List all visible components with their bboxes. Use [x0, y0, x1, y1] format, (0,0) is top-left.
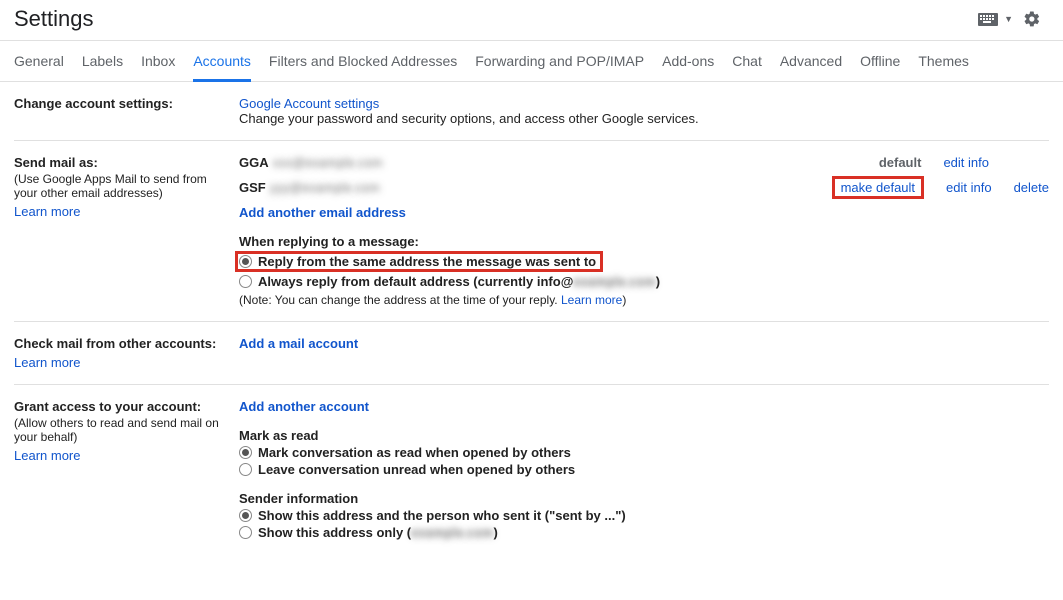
add-mail-account-link[interactable]: Add a mail account: [239, 336, 358, 351]
tab-addons[interactable]: Add-ons: [662, 45, 714, 81]
page-title: Settings: [14, 6, 94, 32]
leave-unread-label: Leave conversation unread when opened by…: [258, 462, 575, 477]
reply-option-highlight: Reply from the same address the message …: [235, 251, 603, 272]
keyboard-icon[interactable]: [978, 13, 998, 26]
alias-email-blurred: xxx@example.com: [273, 155, 383, 170]
mark-read-label: Mark conversation as read when opened by…: [258, 445, 571, 460]
tab-filters[interactable]: Filters and Blocked Addresses: [269, 45, 457, 81]
grant-access-sub: (Allow others to read and send mail on y…: [14, 416, 229, 444]
google-account-settings-link[interactable]: Google Account settings: [239, 96, 379, 111]
tab-inbox[interactable]: Inbox: [141, 45, 175, 81]
gear-icon[interactable]: [1023, 10, 1041, 28]
tab-labels[interactable]: Labels: [82, 45, 123, 81]
send-mail-row-1: GSF yyy@example.com make default edit in…: [239, 176, 1049, 199]
delete-link[interactable]: delete: [1014, 180, 1049, 195]
make-default-link[interactable]: make default: [841, 180, 915, 195]
dropdown-arrow-icon[interactable]: ▼: [1004, 14, 1013, 24]
reply-note: (Note: You can change the address at the…: [239, 293, 1049, 307]
leave-unread-radio[interactable]: [239, 463, 252, 476]
sender-info-heading: Sender information: [239, 491, 1049, 506]
grant-access-learn-more-link[interactable]: Learn more: [14, 448, 80, 463]
reply-same-address-label: Reply from the same address the message …: [258, 254, 596, 269]
show-address-and-sender-label: Show this address and the person who sen…: [258, 508, 626, 523]
section-change-account: Change account settings: Google Account …: [14, 82, 1049, 141]
reply-heading: When replying to a message:: [239, 234, 1049, 249]
make-default-highlight: make default: [832, 176, 924, 199]
tab-accounts[interactable]: Accounts: [193, 45, 251, 82]
mark-as-read-heading: Mark as read: [239, 428, 1049, 443]
check-mail-learn-more-link[interactable]: Learn more: [14, 355, 80, 370]
send-mail-row-0: GGA xxx@example.com default edit info: [239, 155, 1049, 170]
check-mail-label: Check mail from other accounts:: [14, 336, 229, 351]
alias-name: GSF: [239, 180, 266, 195]
show-address-and-sender-radio[interactable]: [239, 509, 252, 522]
tab-chat[interactable]: Chat: [732, 45, 762, 81]
add-another-account-link[interactable]: Add another account: [239, 399, 369, 414]
tab-offline[interactable]: Offline: [860, 45, 900, 81]
tab-themes[interactable]: Themes: [918, 45, 969, 81]
tab-general[interactable]: General: [14, 45, 64, 81]
section-grant-access: Grant access to your account: (Allow oth…: [14, 385, 1049, 556]
add-another-email-link[interactable]: Add another email address: [239, 205, 406, 220]
default-label: default: [879, 155, 922, 170]
alias-email-blurred: yyy@example.com: [270, 180, 380, 195]
reply-default-radio[interactable]: [239, 275, 252, 288]
grant-access-label: Grant access to your account:: [14, 399, 229, 414]
tab-advanced[interactable]: Advanced: [780, 45, 842, 81]
change-account-label: Change account settings:: [14, 96, 229, 111]
alias-name: GGA: [239, 155, 269, 170]
show-address-only-radio[interactable]: [239, 526, 252, 539]
section-send-mail: Send mail as: (Use Google Apps Mail to s…: [14, 141, 1049, 322]
top-icons: ▼: [978, 10, 1049, 28]
send-mail-sub: (Use Google Apps Mail to send from your …: [14, 172, 229, 200]
reply-default-label: Always reply from default address (curre…: [258, 274, 660, 289]
reply-note-learn-more-link[interactable]: Learn more: [561, 293, 622, 307]
reply-same-address-radio[interactable]: [239, 255, 252, 268]
change-account-desc: Change your password and security option…: [239, 111, 1049, 126]
mark-read-radio[interactable]: [239, 446, 252, 459]
reply-default-row: Always reply from default address (curre…: [239, 274, 1049, 289]
tabs-bar: General Labels Inbox Accounts Filters an…: [0, 41, 1063, 82]
send-mail-learn-more-link[interactable]: Learn more: [14, 204, 80, 219]
send-mail-label: Send mail as:: [14, 155, 229, 170]
edit-info-link[interactable]: edit info: [943, 155, 989, 170]
tab-forwarding[interactable]: Forwarding and POP/IMAP: [475, 45, 644, 81]
show-address-only-label: Show this address only (example.com): [258, 525, 498, 540]
section-check-mail: Check mail from other accounts: Learn mo…: [14, 322, 1049, 385]
edit-info-link[interactable]: edit info: [946, 180, 992, 195]
